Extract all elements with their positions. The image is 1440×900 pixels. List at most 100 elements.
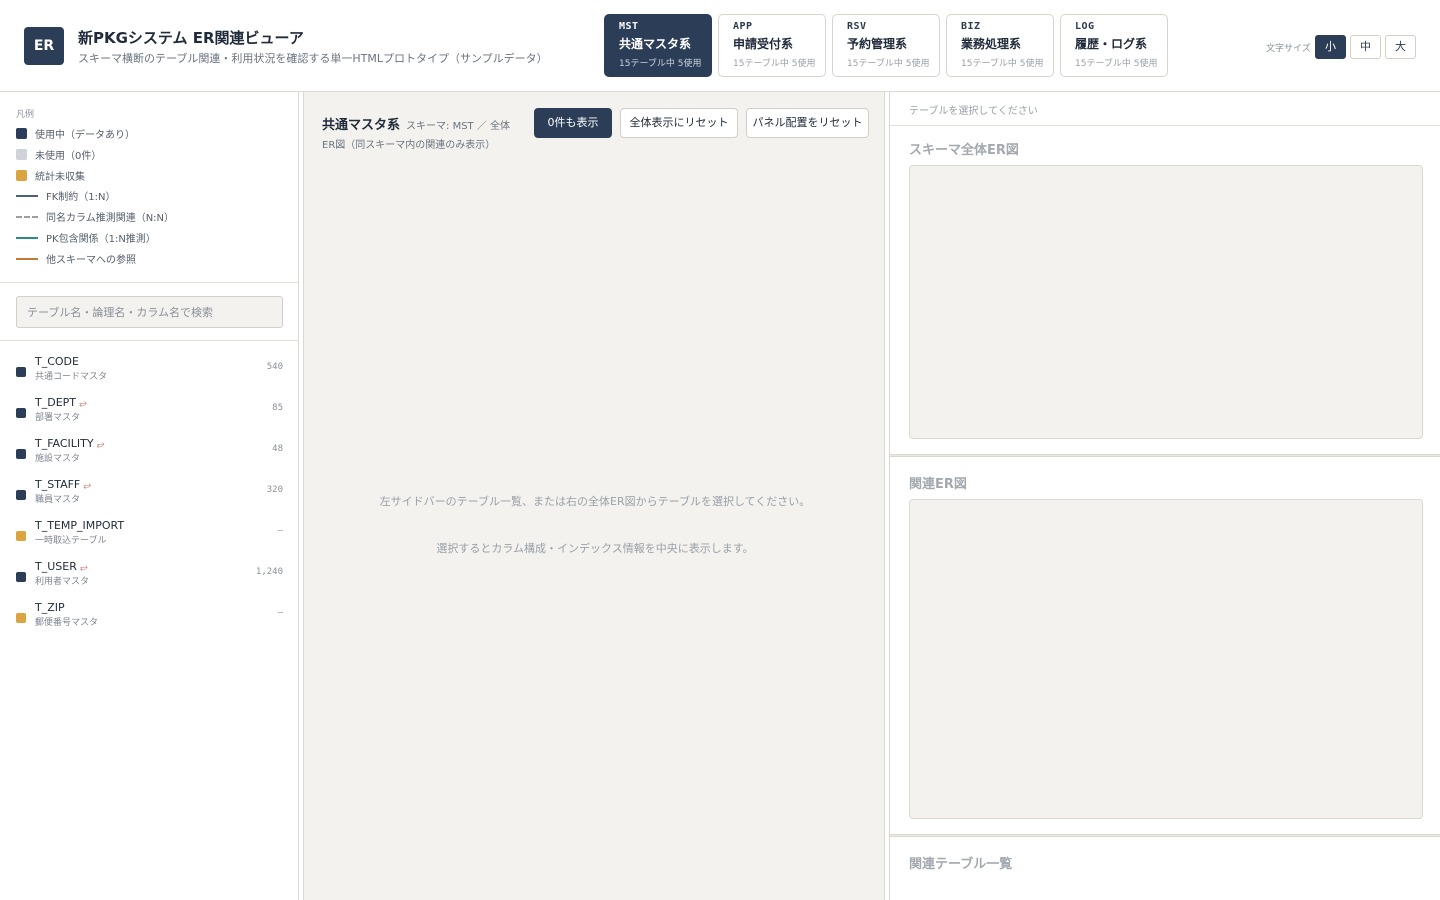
cross-reference-icon: ⥂	[79, 398, 87, 409]
show-zero-button[interactable]: 0件も表示	[534, 108, 612, 138]
schema-er-title: スキーマ全体ER図	[909, 143, 1019, 158]
tab-count: 15テーブル中 5使用	[961, 59, 1044, 69]
legend-item-fk: FK制約（1:N）	[16, 191, 116, 205]
font-size-label: 文字サイズ	[1266, 44, 1311, 54]
table-logical-name: 施設マスタ	[35, 454, 81, 464]
status-dot-icon	[16, 531, 26, 541]
sidebar: 凡例 使用中（データあり） 未使用（0件） 統計未収集 FK制約（1:N） 同名…	[0, 92, 299, 900]
selection-hint: テーブルを選択してください	[909, 106, 1038, 117]
table-physical-name: T_STAFF ⥂	[35, 478, 92, 491]
legend-label: 使用中（データあり）	[35, 130, 135, 141]
reset-view-button[interactable]: 全体表示にリセット	[620, 108, 738, 138]
schema-tab-biz[interactable]: BIZ 業務処理系 15テーブル中 5使用	[946, 14, 1054, 77]
cross-reference-icon: ⥂	[79, 562, 88, 573]
legend-item-pk-inclusion: PK包含関係（1:N推測）	[16, 233, 156, 247]
tab-count: 15テーブル中 5使用	[1075, 59, 1158, 69]
reset-panels-button[interactable]: パネル配置をリセット	[746, 108, 869, 138]
legend-label: 統計未収集	[35, 172, 85, 183]
status-dot-icon	[16, 449, 26, 459]
er-panel: テーブルを選択してください スキーマ全体ER図 関連ER図 関連テーブル一覧	[889, 92, 1440, 900]
legend-item-unused: 未使用（0件）	[16, 149, 101, 163]
app-header: ER 新PKGシステム ER関連ビューア スキーマ横断のテーブル関連・利用状況を…	[0, 0, 1440, 92]
row-count: 85	[272, 403, 283, 413]
app-subtitle: スキーマ横断のテーブル関連・利用状況を確認する単一HTMLプロトタイプ（サンプル…	[78, 52, 548, 65]
legend-label: FK制約（1:N）	[46, 192, 116, 203]
dashed-line-icon	[16, 216, 38, 218]
tab-count: 15テーブル中 5使用	[847, 59, 930, 69]
schema-tab-rsv[interactable]: RSV 予約管理系 15テーブル中 5使用	[832, 14, 940, 77]
tab-code: MST	[619, 21, 639, 32]
legend-item-cross-schema: 他スキーマへの参照	[16, 254, 136, 268]
table-physical-name: T_DEPT ⥂	[35, 396, 87, 409]
table-item-t-zip[interactable]: T_ZIP 郵便番号マスタ —	[0, 601, 299, 639]
cross-reference-icon: ⥂	[83, 480, 92, 491]
row-count: 320	[266, 485, 283, 495]
table-item-t-facility[interactable]: T_FACILITY ⥂ 施設マスタ 48	[0, 437, 299, 475]
schema-tab-mst[interactable]: MST 共通マスタ系 15テーブル中 5使用	[604, 14, 712, 77]
tab-count: 15テーブル中 5使用	[733, 59, 816, 69]
status-dot-icon	[16, 613, 26, 623]
legend-label: 他スキーマへの参照	[46, 255, 136, 266]
font-size-medium-button[interactable]: 中	[1350, 35, 1381, 59]
table-item-t-dept[interactable]: T_DEPT ⥂ 部署マスタ 85	[0, 396, 299, 434]
row-count: —	[277, 526, 283, 536]
table-physical-name: T_ZIP	[35, 601, 65, 614]
table-item-t-temp-import[interactable]: T_TEMP_IMPORT 一時取込テーブル —	[0, 519, 299, 557]
legend-item-same-column: 同名カラム推測関連（N:N）	[16, 212, 174, 226]
tab-name: 履歴・ログ系	[1075, 37, 1148, 51]
divider	[0, 282, 299, 283]
legend-label: 未使用（0件）	[35, 151, 102, 162]
font-size-small-button[interactable]: 小	[1315, 35, 1346, 59]
legend-item-no-stats: 統計未収集	[16, 170, 85, 184]
table-physical-name: T_USER ⥂	[35, 560, 88, 573]
status-dot-icon	[16, 408, 26, 418]
legend-label: 同名カラム推測関連（N:N）	[46, 213, 175, 224]
table-item-t-staff[interactable]: T_STAFF ⥂ 職員マスタ 320	[0, 478, 299, 516]
schema-tab-app[interactable]: APP 申請受付系 15テーブル中 5使用	[718, 14, 826, 77]
tab-code: BIZ	[961, 21, 981, 32]
tab-code: APP	[733, 21, 753, 32]
legend-label: PK包含関係（1:N推測）	[46, 234, 156, 245]
swatch-in-use-icon	[16, 128, 27, 139]
status-dot-icon	[16, 572, 26, 582]
row-count: —	[277, 608, 283, 618]
divider	[0, 340, 299, 341]
panel-subtitle: ER図（同スキーマ内の関連のみ表示）	[322, 140, 496, 151]
cross-reference-icon: ⥂	[96, 439, 105, 450]
table-item-t-user[interactable]: T_USER ⥂ 利用者マスタ 1,240	[0, 560, 299, 598]
table-search-input[interactable]	[16, 296, 283, 328]
panel-resize-handle[interactable]	[890, 834, 1440, 837]
tab-name: 業務処理系	[961, 37, 1022, 51]
empty-state-hint: 選択するとカラム構成・インデックス情報を中央に表示します。	[436, 542, 754, 555]
table-logical-name: 一時取込テーブル	[35, 536, 107, 546]
empty-state-message: 左サイドバーのテーブル一覧、または右の全体ER図からテーブルを選択してください。	[379, 495, 811, 508]
row-count: 48	[272, 444, 283, 454]
tab-code: LOG	[1075, 21, 1095, 32]
table-item-t-code[interactable]: T_CODE 共通コードマスタ 540	[0, 355, 299, 393]
cross-schema-line-icon	[16, 258, 38, 260]
panel-resize-handle[interactable]	[890, 454, 1440, 457]
schema-tab-log[interactable]: LOG 履歴・ログ系 15テーブル中 5使用	[1060, 14, 1168, 77]
related-tables-title: 関連テーブル一覧	[909, 857, 1013, 872]
detail-panel: 共通マスタ系 スキーマ: MST ／ 全体 ER図（同スキーマ内の関連のみ表示） …	[303, 92, 885, 900]
related-er-title: 関連ER図	[909, 477, 967, 492]
legend-title: 凡例	[16, 110, 35, 120]
pk-line-icon	[16, 237, 38, 239]
table-physical-name: T_CODE	[35, 355, 79, 368]
swatch-no-stats-icon	[16, 170, 27, 181]
status-dot-icon	[16, 367, 26, 377]
related-er-canvas[interactable]	[909, 499, 1423, 819]
tab-count: 15テーブル中 5使用	[619, 59, 702, 69]
schema-title: 共通マスタ系	[322, 118, 401, 133]
tab-code: RSV	[847, 21, 867, 32]
font-size-large-button[interactable]: 大	[1385, 35, 1416, 59]
app-logo: ER	[24, 27, 64, 65]
table-physical-name: T_TEMP_IMPORT	[35, 519, 125, 532]
panel-title: 共通マスタ系 スキーマ: MST ／ 全体	[322, 114, 510, 133]
schema-label: スキーマ: MST ／ 全体	[406, 121, 511, 132]
tab-name: 共通マスタ系	[619, 37, 692, 51]
schema-er-canvas[interactable]	[909, 165, 1423, 439]
table-logical-name: 職員マスタ	[35, 495, 81, 505]
legend-item-in-use: 使用中（データあり）	[16, 128, 135, 142]
divider	[890, 125, 1440, 126]
